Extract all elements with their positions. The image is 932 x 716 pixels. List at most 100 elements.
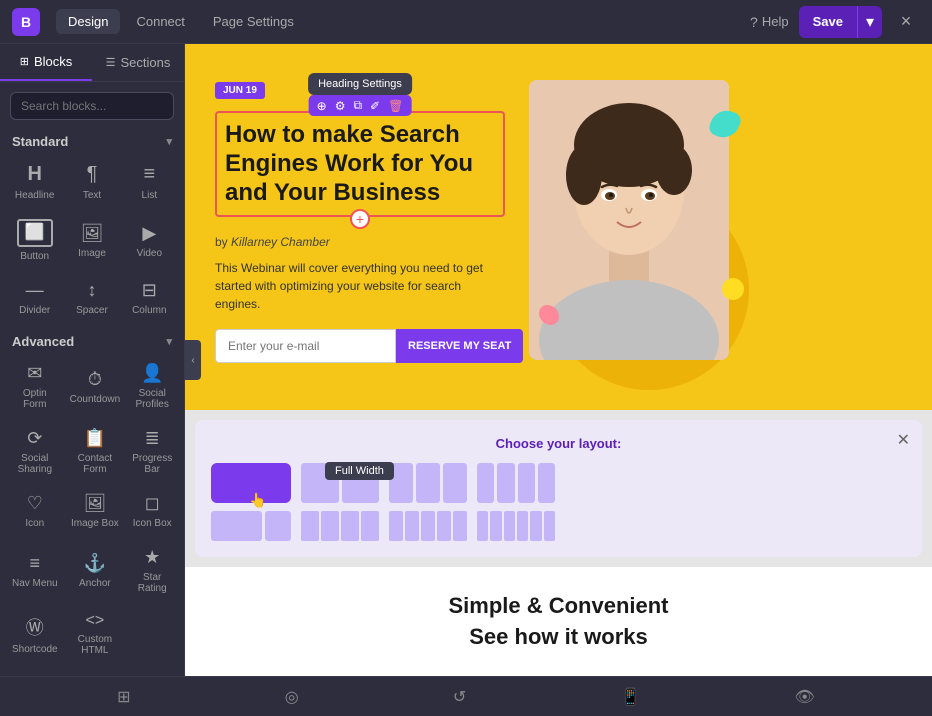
help-button[interactable]: ? Help (750, 14, 789, 30)
layout-four-col[interactable] (477, 463, 555, 503)
block-button[interactable]: ⬜ Button (8, 211, 61, 268)
block-icon[interactable]: ♡ Icon (8, 485, 62, 535)
social-sharing-icon: ⟳ (27, 428, 42, 449)
layout-close-button[interactable]: ✕ (897, 430, 910, 450)
block-image[interactable]: 🖼 Image (65, 211, 118, 268)
hero-title-container: Heading Settings ⊕ ⚙ ⧉ ✐ 🗑 How to make S… (215, 111, 505, 217)
hero-content: JUN 19 Heading Settings ⊕ ⚙ ⧉ ✐ 🗑 (215, 80, 505, 363)
block-optin-form[interactable]: ✉ Optin Form (8, 355, 62, 416)
layout-five-col[interactable] (389, 511, 467, 541)
list-icon: ≡ (143, 163, 155, 186)
block-column[interactable]: ⊟ Column (123, 272, 176, 322)
image-icon: 🖼 (81, 223, 104, 244)
icon-box-icon: ◻ (145, 493, 160, 514)
star-rating-icon: ★ (144, 547, 160, 568)
block-star-rating[interactable]: ★ Star Rating (128, 539, 176, 600)
saved-blocks-header[interactable]: Saved Blocks ▾ (8, 670, 176, 676)
eye-toolbar-button[interactable]: 👁 (789, 681, 821, 713)
tab-blocks[interactable]: ⊞ Blocks (0, 44, 92, 81)
block-anchor[interactable]: ⚓ Anchor (66, 539, 125, 600)
location-toolbar-button[interactable]: ◎ (279, 681, 305, 713)
topbar: B DesignConnectPage Settings ? Help Save… (0, 0, 932, 44)
block-contact-form[interactable]: 📋 Contact Form (66, 420, 125, 481)
save-dropdown-button[interactable]: ▾ (857, 6, 882, 38)
topbar-nav-item[interactable]: Page Settings (201, 9, 306, 34)
sidebar-collapse-button[interactable]: ‹ (185, 340, 201, 380)
logo: B (12, 8, 40, 36)
progress-bar-icon: ≣ (145, 428, 160, 449)
advanced-group-header[interactable]: Advanced ▾ (8, 330, 176, 355)
delete-icon[interactable]: 🗑 (388, 99, 403, 113)
shortcode-icon: Ⓦ (26, 614, 44, 640)
block-nav-menu[interactable]: ≡ Nav Menu (8, 539, 62, 600)
block-progress-bar[interactable]: ≣ Progress Bar (128, 420, 176, 481)
plus-icon[interactable]: ⊕ (317, 99, 327, 113)
hero-description: This Webinar will cover everything you n… (215, 259, 505, 313)
full-width-label: Full Width (325, 462, 394, 480)
headline-icon: H (27, 163, 41, 186)
custom-html-icon: <> (86, 612, 105, 630)
layout-two-col-wide[interactable] (211, 511, 291, 541)
settings-icon[interactable]: ⚙ (335, 99, 346, 113)
undo-toolbar-button[interactable]: ↺ (447, 681, 472, 713)
advanced-chevron-icon: ▾ (166, 335, 172, 348)
topbar-nav: DesignConnectPage Settings (56, 9, 306, 34)
sidebar-tabs: ⊞ Blocks ☰ Sections (0, 44, 184, 82)
anchor-icon: ⚓ (84, 553, 106, 574)
block-custom-html[interactable]: <> Custom HTML (66, 604, 125, 662)
block-list[interactable]: ≡ List (123, 155, 176, 207)
layout-three-col-uneven[interactable] (301, 511, 379, 541)
close-button[interactable]: × (892, 8, 920, 36)
date-badge: JUN 19 (215, 82, 265, 99)
column-icon: ⊟ (142, 280, 157, 301)
block-spacer[interactable]: ↕ Spacer (65, 272, 118, 322)
topbar-nav-item[interactable]: Connect (124, 9, 196, 34)
layout-three-col[interactable] (389, 463, 467, 503)
sidebar: ⊞ Blocks ☰ Sections Standard ▾ H Headlin… (0, 44, 185, 676)
save-button[interactable]: Save (799, 8, 857, 35)
move-icon[interactable]: ✐ (370, 99, 380, 113)
standard-group-header[interactable]: Standard ▾ (8, 130, 176, 155)
divider-icon: — (26, 280, 44, 301)
blocks-tab-icon: ⊞ (20, 55, 29, 68)
block-shortcode[interactable]: Ⓦ Shortcode (8, 604, 62, 662)
spacer-icon: ↕ (87, 280, 96, 301)
block-countdown[interactable]: ⏱ Countdown (66, 355, 125, 416)
hero-title[interactable]: How to make Search Engines Work for You … (215, 111, 505, 217)
block-divider[interactable]: — Divider (8, 272, 61, 322)
hero-author: by Killarney Chamber (215, 235, 505, 249)
video-icon: ▶ (142, 223, 156, 244)
block-social-sharing[interactable]: ⟳ Social Sharing (8, 420, 62, 481)
layout-options-row1: 👆 (211, 463, 906, 503)
grid-toolbar-button[interactable]: ⊞ (111, 681, 136, 713)
tab-sections[interactable]: ☰ Sections (92, 44, 184, 81)
block-video[interactable]: ▶ Video (123, 211, 176, 268)
hero-person-image (529, 80, 729, 360)
block-text[interactable]: ¶ Text (65, 155, 118, 207)
help-icon: ? (750, 14, 758, 30)
layout-full-width[interactable]: 👆 (211, 463, 291, 503)
email-input[interactable] (215, 329, 396, 363)
topbar-nav-item[interactable]: Design (56, 9, 120, 34)
heading-toolbar: Heading Settings (308, 73, 412, 95)
layout-chooser-section: ✕ Choose your layout: Full Width 👆 (195, 420, 922, 557)
bottom-title: Simple & Convenient See how it works (209, 591, 908, 653)
block-social-profiles[interactable]: 👤 Social Profiles (128, 355, 176, 416)
save-button-group: Save ▾ (799, 6, 882, 38)
countdown-icon: ⏱ (88, 369, 102, 390)
device-toolbar-button[interactable]: 📱 (614, 681, 646, 713)
duplicate-icon[interactable]: ⧉ (353, 98, 362, 113)
search-input[interactable] (10, 92, 174, 120)
cursor-indicator: 👆 (249, 492, 266, 509)
sections-tab-icon: ☰ (106, 56, 116, 69)
block-icon-box[interactable]: ◻ Icon Box (128, 485, 176, 535)
heading-target-circle: + (350, 209, 370, 229)
reserve-button[interactable]: RESERVE MY SEAT (396, 329, 523, 363)
nav-menu-icon: ≡ (30, 553, 41, 574)
heading-settings-label: Heading Settings (318, 78, 402, 90)
text-icon: ¶ (87, 163, 98, 186)
block-image-box[interactable]: 🖼 Image Box (66, 485, 125, 535)
block-headline[interactable]: H Headline (8, 155, 61, 207)
button-icon: ⬜ (17, 219, 53, 247)
layout-six-col[interactable] (477, 511, 555, 541)
